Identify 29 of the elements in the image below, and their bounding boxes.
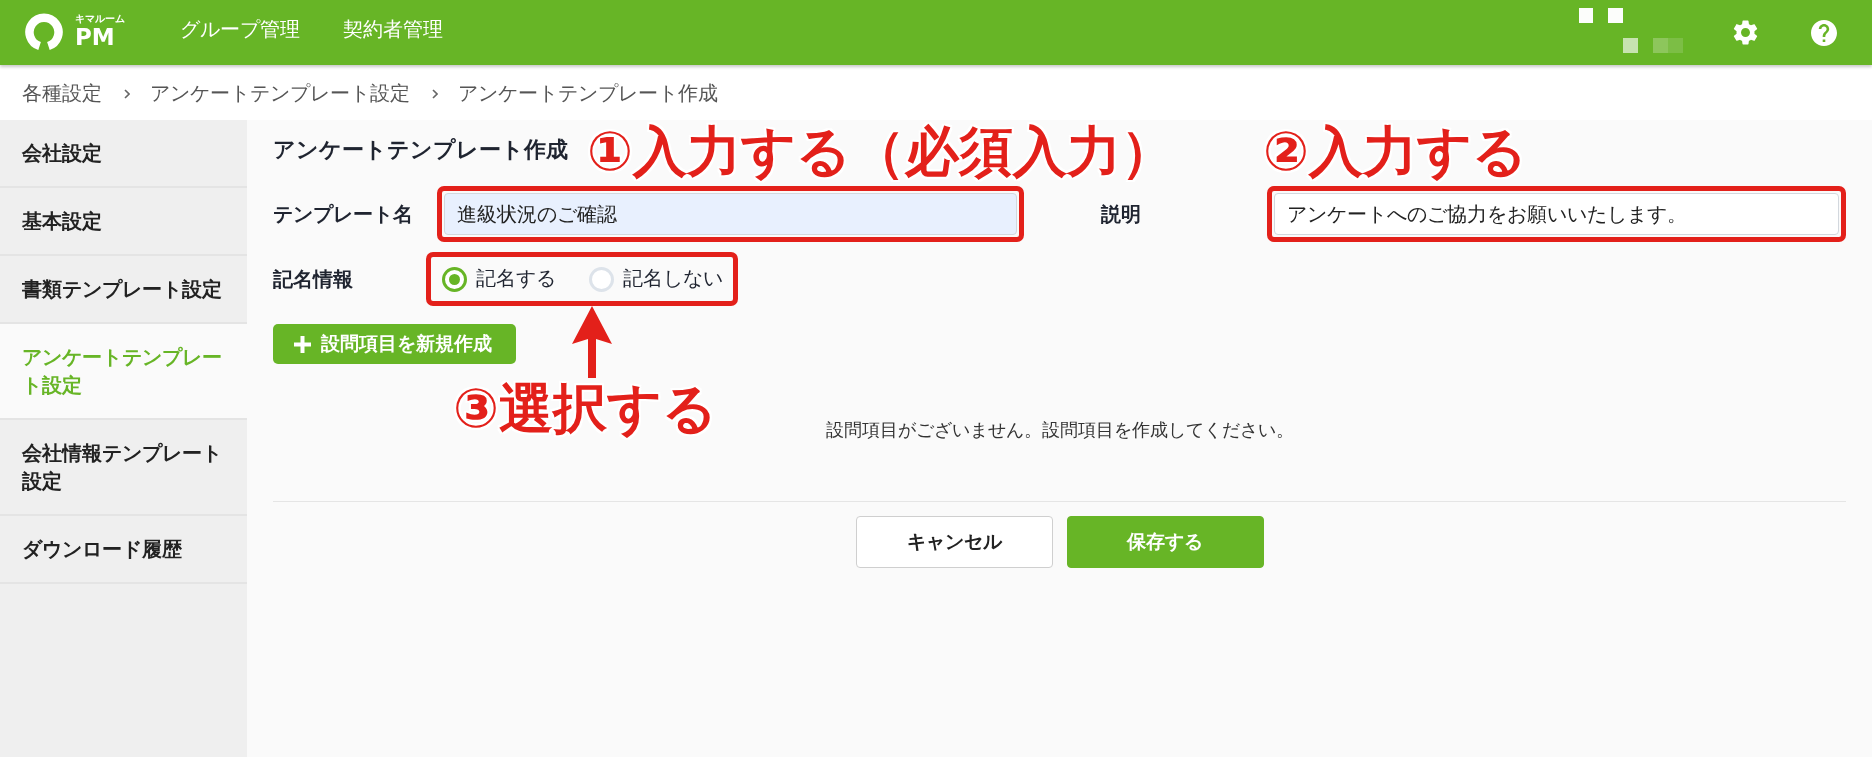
annotation-text: ②入力する — [1263, 125, 1527, 179]
plus-icon — [294, 335, 311, 353]
breadcrumb-link[interactable]: アンケートテンプレート設定 — [150, 79, 410, 106]
logo-subtitle: キマルーム — [75, 12, 125, 25]
field-label: 説明 — [1101, 200, 1141, 228]
sidebar-item[interactable]: ダウンロード履歴 — [0, 516, 247, 584]
field-label: テンプレート名 — [273, 200, 413, 228]
breadcrumb-current: アンケートテンプレート作成 — [458, 79, 718, 106]
empty-message: 設問項目がございません。設問項目を作成してください。 — [825, 418, 1294, 442]
radio-option[interactable]: 記名しない — [589, 266, 723, 292]
annotation-text: ①入力する（必須入力） — [587, 125, 1175, 179]
radio-button[interactable] — [442, 266, 467, 292]
field-label: 記名情報 — [273, 265, 354, 293]
chevron-icon — [432, 88, 438, 99]
chevron-icon — [124, 88, 130, 99]
help-icon[interactable] — [1811, 19, 1837, 46]
text-input[interactable]: アンケートへのご協力をお願いいたします。 — [1274, 193, 1839, 235]
breadcrumb-link[interactable]: 各種設定 — [22, 79, 102, 106]
settings-icon[interactable] — [1733, 20, 1758, 45]
sidebar-item[interactable]: 基本設定 — [0, 188, 247, 256]
annotation-text: ③選択する — [453, 382, 717, 436]
radio-option[interactable]: 記名する — [442, 266, 556, 292]
ring-logo-icon — [25, 12, 63, 51]
sidebar-item[interactable]: 会社設定 — [0, 120, 247, 188]
logo-text: PM — [75, 24, 116, 49]
cancel-button[interactable]: キャンセル — [855, 516, 1053, 568]
page-title: アンケートテンプレート作成 — [273, 136, 568, 164]
text-input[interactable]: 進級状況のご確認 — [444, 193, 1017, 235]
sidebar-item[interactable]: 会社情報テンプレート設定 — [0, 420, 247, 516]
